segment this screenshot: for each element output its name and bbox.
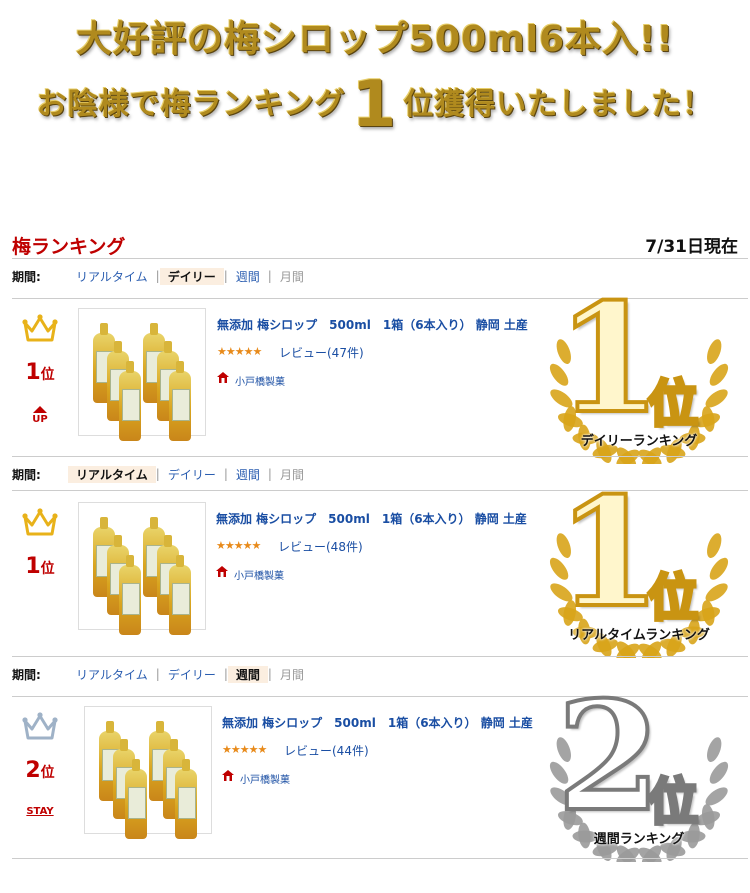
rank-number: 1位 <box>12 360 68 385</box>
banner-headline: 大好評の梅シロップ500ml6本入!! <box>76 19 674 60</box>
period-filter: 期間: リアルタイム | デイリー | 週間 | 月間 <box>12 464 312 484</box>
badge-caption: リアルタイムランキング <box>568 628 710 643</box>
period-label: 期間: <box>12 667 41 682</box>
bottle-image <box>125 759 147 839</box>
period-option[interactable]: デイリー <box>160 666 224 683</box>
ranking-badge: 1 位デイリーランキング <box>544 282 734 464</box>
rank-trend: STAY <box>12 806 68 817</box>
bottle-image <box>169 361 191 441</box>
product-thumbnail[interactable] <box>84 706 212 839</box>
section-divider <box>12 858 748 859</box>
shop-house-icon <box>217 372 229 383</box>
crown-icon <box>22 314 58 342</box>
rank-value: 1 <box>25 360 41 385</box>
period-option[interactable]: デイリー <box>159 267 224 285</box>
section-divider <box>12 656 748 657</box>
ranking-badge: 2 位週間ランキング <box>544 680 734 862</box>
period-filter: 期間: リアルタイム | デイリー | 週間 | 月間 <box>12 664 312 684</box>
shop-name-link[interactable]: 小戸橋製菓 <box>240 771 290 786</box>
rating-stars: ★★★★★ <box>222 743 267 756</box>
ranking-badge: 1 位リアルタイムランキング <box>544 476 734 658</box>
badge-unit: 位 <box>646 372 700 435</box>
badge-caption: 週間ランキング <box>593 832 685 847</box>
product-name-link[interactable]: 無添加 梅シロップ 500ml 1箱（6本入り） 静岡 土産 <box>222 714 533 731</box>
bottle-image <box>119 361 141 441</box>
period-option[interactable]: デイリー <box>160 466 224 483</box>
rank-number: 2位 <box>12 758 68 783</box>
bottle-image <box>169 555 191 635</box>
period-option[interactable]: 月間 <box>272 466 312 483</box>
ranking-entry: 1位 無添加 梅シロップ 500ml 1箱（6本入り） 静岡 土産 ★★★★★ レビュ… <box>12 476 748 658</box>
ranking-title: 梅ランキング <box>12 236 126 258</box>
rank-unit: 位 <box>40 765 55 781</box>
period-label: 期間: <box>12 467 41 482</box>
period-option[interactable]: 週間 <box>228 268 268 285</box>
rank-number: 1位 <box>12 554 68 579</box>
period-option[interactable]: 週間 <box>228 466 268 483</box>
review-link[interactable]: レビュー(44件) <box>284 742 369 759</box>
period-option[interactable]: 週間 <box>227 665 268 683</box>
period-label: 期間: <box>12 269 41 284</box>
bottle-image <box>175 759 197 839</box>
shop-house-icon <box>216 566 228 577</box>
banner-subheadline-post: 位獲得いたしました！ <box>403 87 714 122</box>
rating-stars: ★★★★★ <box>217 345 262 358</box>
rank-trend-label: STAY <box>26 806 54 817</box>
rating-stars: ★★★★★ <box>216 539 261 552</box>
period-option[interactable]: 月間 <box>272 666 312 683</box>
badge-unit: 位 <box>646 770 700 833</box>
ranking-date: 7/31日現在 <box>645 237 738 257</box>
banner-subheadline-pre: お陰様で梅ランキング <box>36 87 346 122</box>
period-option[interactable]: リアルタイム <box>68 465 156 483</box>
rank-trend-label: UP <box>32 414 48 425</box>
shop-name-link[interactable]: 小戸橋製菓 <box>234 567 284 582</box>
rank-value: 1 <box>25 554 41 579</box>
section-divider <box>12 456 748 457</box>
bottle-image <box>119 555 141 635</box>
rank-unit: 位 <box>40 561 55 577</box>
crown-icon <box>22 712 58 740</box>
period-option[interactable]: リアルタイム <box>68 268 156 285</box>
rank-trend: UP <box>12 406 68 425</box>
product-name-link[interactable]: 無添加 梅シロップ 500ml 1箱（6本入り） 静岡 土産 <box>216 510 527 527</box>
badge-unit: 位 <box>646 566 700 629</box>
period-filter: 期間: リアルタイム | デイリー | 週間 | 月間 <box>12 266 312 286</box>
ranking-entry: 2位 STAY 無添加 梅シロップ 500ml 1箱（6本入り） 静岡 土産 ★★★★… <box>12 680 748 862</box>
shop-house-icon <box>222 770 234 781</box>
period-option[interactable]: リアルタイム <box>68 666 156 683</box>
rank-unit: 位 <box>40 367 55 383</box>
up-arrow-icon <box>33 406 47 413</box>
title-divider <box>12 258 748 259</box>
review-link[interactable]: レビュー(47件) <box>279 344 364 361</box>
product-name-link[interactable]: 無添加 梅シロップ 500ml 1箱（6本入り） 静岡 土産 <box>217 316 528 333</box>
shop-name-link[interactable]: 小戸橋製菓 <box>235 373 285 388</box>
product-thumbnail[interactable] <box>78 308 206 441</box>
rank-value: 2 <box>25 758 41 783</box>
banner-subheadline: お陰様で梅ランキング1 位獲得いたしました！ <box>0 68 750 142</box>
ranking-entry: 1位 UP 無添加 梅シロップ 500ml 1箱（6本入り） 静岡 土産 ★★★★★ レ… <box>12 282 748 464</box>
review-link[interactable]: レビュー(48件) <box>278 538 363 555</box>
crown-icon <box>22 508 58 536</box>
badge-caption: デイリーランキング <box>580 434 698 449</box>
banner-rank-number: 1 <box>351 68 398 142</box>
period-option[interactable]: 月間 <box>272 268 312 285</box>
product-thumbnail[interactable] <box>78 502 206 635</box>
